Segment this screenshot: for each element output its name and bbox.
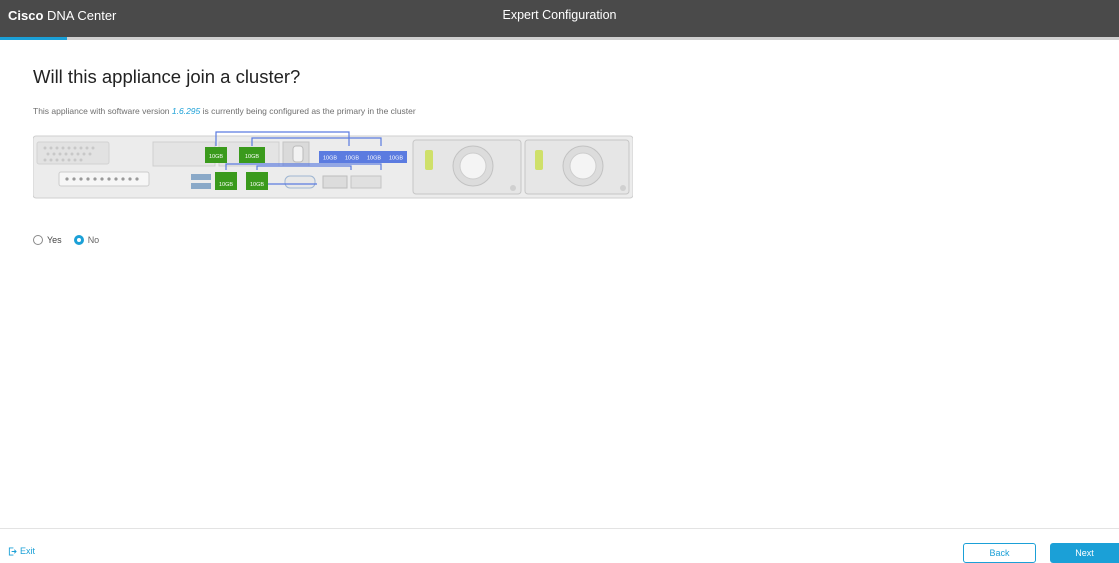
subtitle-suffix: is currently being configured as the pri…: [200, 106, 416, 116]
footer-divider: [0, 528, 1119, 529]
radio-option-no[interactable]: No: [73, 235, 100, 245]
serial-port: [322, 175, 348, 189]
port-10gb-4-label: 10GB: [345, 156, 359, 162]
port-group-blue: 10GB 10GB 10GB 10GB: [319, 151, 407, 163]
power-supply-2: [524, 139, 630, 195]
radio-yes-label: Yes: [47, 235, 62, 245]
port-10gb-1-label: 10GB: [209, 154, 223, 160]
page-heading: Expert Configuration: [502, 8, 617, 22]
software-version: 1.6.295: [171, 106, 201, 116]
power-supply-1: [412, 139, 522, 195]
page-subtitle: This appliance with software version 1.6…: [33, 106, 416, 116]
port-10gb-3-label: 10GB: [323, 156, 337, 162]
wizard-progress-fill: [0, 37, 68, 40]
radio-yes-circle[interactable]: [33, 235, 43, 245]
radio-option-yes[interactable]: Yes: [33, 235, 62, 245]
back-button[interactable]: Back: [963, 543, 1036, 563]
port-10gb-8-label: 10GB: [250, 182, 264, 188]
appliance-diagram-svg: 10GB 10GB 10GB 10GB 10GB 10GB 10GB 10GB: [32, 131, 634, 199]
radio-no-label: No: [87, 235, 100, 245]
port-10gb-7-label: 10GB: [219, 182, 233, 188]
exit-link[interactable]: Exit: [8, 546, 35, 556]
exit-icon: [8, 546, 17, 556]
next-button[interactable]: Next: [1050, 543, 1119, 563]
subtitle-prefix: This appliance with software version: [33, 106, 172, 116]
port-10gb-2-label: 10GB: [245, 154, 259, 160]
appliance-rear-panel-diagram: 10GB 10GB 10GB 10GB 10GB 10GB 10GB 10GB: [32, 130, 634, 207]
port-10gb-6-label: 10GB: [389, 156, 403, 162]
vga-port: [284, 175, 316, 189]
port-10gb-5-label: 10GB: [367, 156, 381, 162]
radio-no-circle[interactable]: [73, 235, 84, 245]
page-title: Will this appliance join a cluster?: [33, 66, 301, 87]
mgmt-port: [350, 175, 382, 189]
wizard-progress-bar: [0, 37, 1119, 40]
usb-port-1: [191, 174, 211, 180]
cluster-join-radio-group: Yes No: [33, 235, 111, 245]
usb-port-2: [191, 183, 211, 189]
exit-label: Exit: [20, 546, 36, 556]
pcie-latch: [292, 145, 304, 163]
top-header-bar: Cisco DNA Center Expert Configuration: [0, 0, 1119, 37]
